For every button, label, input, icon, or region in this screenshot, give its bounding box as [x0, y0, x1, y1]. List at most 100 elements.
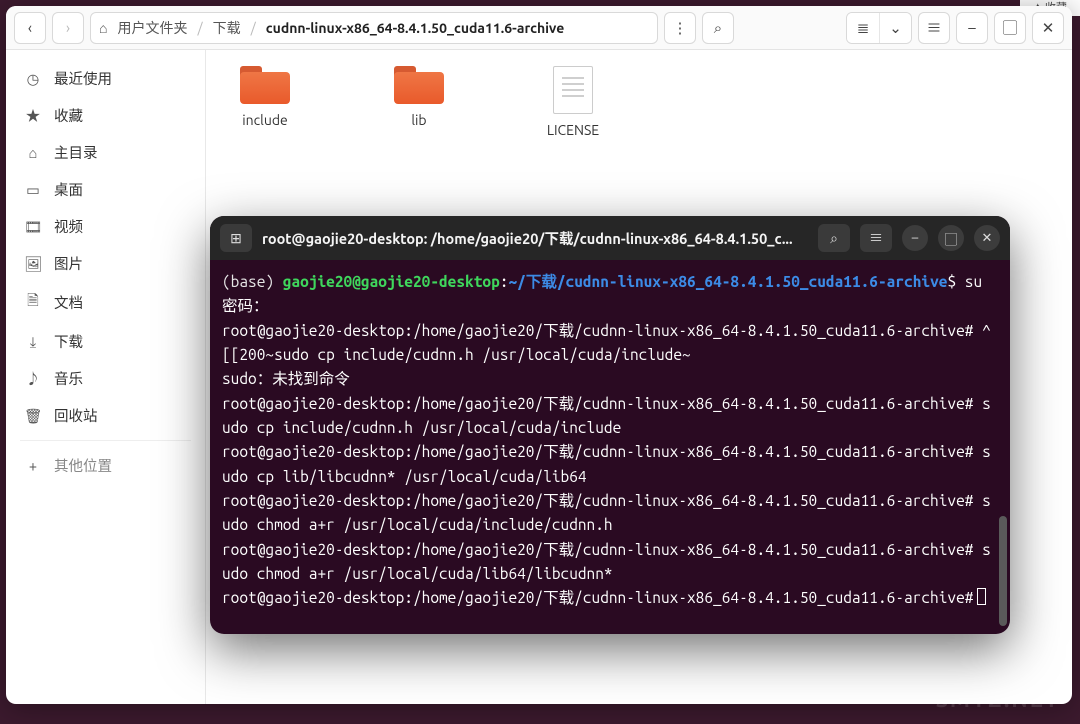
file-name: include [242, 112, 288, 128]
file-name: lib [411, 112, 426, 128]
sidebar-item-label: 下载 [54, 331, 83, 352]
music-icon: ♪ [24, 368, 42, 389]
terminal-line: root@gaojie20-desktop:/home/gaojie20/下载/… [222, 440, 998, 489]
menu-icon: ≡ [869, 228, 883, 248]
terminal-search-button[interactable]: ⌕ [818, 224, 850, 252]
sidebar-item-home[interactable]: ⌂ 主目录 [6, 134, 205, 171]
close-icon: ✕ [1042, 19, 1055, 37]
terminal-line: (base) gaojie20@gaojie20-desktop:~/下载/cu… [222, 270, 998, 294]
sidebar-item-desktop[interactable]: ▭ 桌面 [6, 171, 205, 208]
sidebar-item-music[interactable]: ♪ 音乐 [6, 360, 205, 397]
folder-include[interactable]: include [224, 66, 306, 128]
terminal-line: sudo：未找到命令 [222, 367, 998, 391]
sidebar-item-label: 视频 [54, 216, 83, 237]
watermark: SMYZ.NET [936, 687, 1060, 712]
sidebar-item-videos[interactable]: 🎞 视频 [6, 208, 205, 245]
sidebar: ◷ 最近使用 ★ 收藏 ⌂ 主目录 ▭ 桌面 🎞 视频 🖼 图片 [6, 50, 206, 704]
close-button[interactable]: ✕ [1032, 12, 1064, 44]
sidebar-item-label: 回收站 [54, 405, 98, 426]
minimize-button[interactable]: – [902, 225, 928, 251]
view-list-button[interactable]: ≣ [847, 13, 879, 43]
terminal-line: 密码： [222, 294, 998, 318]
breadcrumb-separator: / [197, 20, 202, 36]
scrollbar-thumb[interactable] [999, 516, 1007, 626]
star-icon: ★ [24, 105, 42, 126]
file-name: LICENSE [547, 122, 599, 138]
terminal-line: root@gaojie20-desktop:/home/gaojie20/下载/… [222, 319, 998, 368]
terminal-menu-button[interactable]: ≡ [860, 224, 892, 252]
prompt-path: ~/下载/cudnn-linux-x86_64-8.4.1.50_cuda11.… [508, 273, 947, 290]
view-switcher: ≣ ⌄ [846, 12, 912, 44]
minimize-button[interactable]: – [956, 12, 988, 44]
minimize-icon: – [912, 231, 918, 245]
path-menu-button[interactable]: ⋮ [664, 12, 696, 44]
sidebar-item-pictures[interactable]: 🖼 图片 [6, 245, 205, 282]
breadcrumb[interactable]: ⌂ 用户文件夹 / 下载 / cudnn-linux-x86_64-8.4.1.… [90, 12, 658, 44]
sidebar-item-downloads[interactable]: ⤓ 下载 [6, 323, 205, 360]
search-button[interactable]: ⌕ [702, 12, 734, 44]
sidebar-item-label: 音乐 [54, 368, 83, 389]
terminal-title: root@gaojie20-desktop: /home/gaojie20/下载… [262, 228, 808, 249]
sidebar-item-starred[interactable]: ★ 收藏 [6, 97, 205, 134]
terminal-viewport[interactable]: (base) gaojie20@gaojie20-desktop:~/下载/cu… [210, 260, 1010, 634]
file-license[interactable]: LICENSE [532, 66, 614, 138]
sidebar-item-label: 文档 [54, 292, 83, 313]
breadcrumb-separator: / [251, 20, 256, 36]
prompt-env: (base) [222, 273, 283, 290]
terminal-line: root@gaojie20-desktop:/home/gaojie20/下载/… [222, 538, 998, 587]
sidebar-item-label: 主目录 [54, 142, 98, 163]
pictures-icon: 🖼 [24, 255, 42, 273]
hamburger-menu-button[interactable]: ≡ [918, 12, 950, 44]
close-button[interactable]: ✕ [974, 225, 1000, 251]
terminal-headerbar: ⊞ root@gaojie20-desktop: /home/gaojie20/… [210, 216, 1010, 260]
terminal-scrollbar[interactable] [999, 260, 1007, 626]
plus-icon: + [24, 457, 42, 474]
view-options-button[interactable]: ⌄ [879, 13, 911, 43]
terminal-line: root@gaojie20-desktop:/home/gaojie20/下载/… [222, 392, 998, 441]
search-icon: ⌕ [830, 230, 838, 247]
command-text: su [956, 273, 982, 290]
close-icon: ✕ [982, 231, 993, 246]
file-manager-headerbar: ‹ › ⌂ 用户文件夹 / 下载 / cudnn-linux-x86_64-8.… [6, 6, 1072, 50]
new-tab-icon: ⊞ [230, 230, 242, 247]
breadcrumb-part[interactable]: 下载 [213, 18, 241, 38]
sidebar-item-label: 其他位置 [54, 455, 112, 476]
sidebar-item-other-locations[interactable]: + 其他位置 [6, 447, 205, 484]
download-icon: ⤓ [24, 333, 42, 351]
maximize-button[interactable]: ▢ [994, 12, 1026, 44]
terminal-window: ⊞ root@gaojie20-desktop: /home/gaojie20/… [210, 216, 1010, 634]
root-prompt: root@gaojie20-desktop:/home/gaojie20/下载/… [222, 589, 973, 606]
documents-icon: 🗎 [24, 290, 42, 315]
new-tab-button[interactable]: ⊞ [220, 224, 252, 252]
folder-lib[interactable]: lib [378, 66, 460, 128]
back-button[interactable]: ‹ [14, 12, 46, 44]
video-icon: 🎞 [24, 218, 42, 236]
terminal-line: root@gaojie20-desktop:/home/gaojie20/下载/… [222, 489, 998, 538]
prompt-user: gaojie20@gaojie20-desktop [283, 273, 500, 290]
root-prompt: root@gaojie20-desktop:/home/gaojie20/下载/… [222, 541, 973, 558]
folder-icon [394, 66, 444, 104]
root-prompt: root@gaojie20-desktop:/home/gaojie20/下载/… [222, 395, 973, 412]
text-file-icon [553, 66, 593, 114]
home-icon: ⌂ [24, 144, 42, 162]
sidebar-item-documents[interactable]: 🗎 文档 [6, 282, 205, 323]
sidebar-item-label: 桌面 [54, 179, 83, 200]
recent-icon: ◷ [24, 70, 42, 88]
forward-button[interactable]: › [52, 12, 84, 44]
sidebar-item-trash[interactable]: 🗑 回收站 [6, 397, 205, 434]
breadcrumb-current: cudnn-linux-x86_64-8.4.1.50_cuda11.6-arc… [266, 20, 565, 36]
sidebar-item-label: 图片 [54, 253, 83, 274]
terminal-line: root@gaojie20-desktop:/home/gaojie20/下载/… [222, 586, 998, 610]
search-icon: ⌕ [714, 19, 722, 37]
folder-icon [240, 66, 290, 104]
cursor [977, 588, 986, 605]
sidebar-item-label: 最近使用 [54, 68, 112, 89]
breadcrumb-part[interactable]: 用户文件夹 [117, 18, 187, 38]
sidebar-item-recent[interactable]: ◷ 最近使用 [6, 60, 205, 97]
list-icon: ≣ [857, 19, 870, 37]
desktop-icon: ▭ [24, 181, 42, 199]
root-prompt: root@gaojie20-desktop:/home/gaojie20/下载/… [222, 492, 973, 509]
root-prompt: root@gaojie20-desktop:/home/gaojie20/下载/… [222, 443, 973, 460]
maximize-button[interactable]: ▢ [938, 225, 964, 251]
menu-icon: ≡ [926, 17, 941, 38]
